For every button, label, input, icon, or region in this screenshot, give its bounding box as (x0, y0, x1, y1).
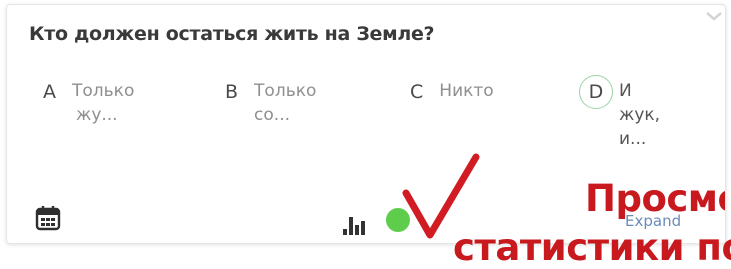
poll-question: Кто должен остаться жить на Земле? (29, 23, 435, 45)
option-text: Только жу... (72, 79, 134, 127)
option-text-line: Только (254, 81, 317, 101)
option-text-line: жук, (619, 105, 661, 125)
poll-option-c[interactable]: C Никто (410, 79, 494, 105)
option-letter: C (410, 81, 424, 103)
option-text: И жук, и... (619, 79, 660, 151)
calendar-icon[interactable] (35, 205, 61, 235)
overlay-caption-line2: статистики по (453, 226, 731, 269)
option-text-line: Никто (439, 81, 494, 101)
option-text-line: со... (254, 105, 291, 125)
poll-card: Кто должен остаться жить на Земле? A Тол… (6, 4, 726, 244)
bar-chart-icon[interactable] (343, 209, 377, 235)
option-letter-selected: D (579, 75, 613, 109)
option-text-line: Только (72, 81, 135, 101)
poll-option-a[interactable]: A Только жу... (43, 79, 134, 127)
option-text-line: и... (619, 129, 647, 149)
option-text-line: жу... (76, 105, 118, 125)
option-letter: A (43, 81, 56, 103)
option-text-line: И (619, 81, 632, 101)
poll-option-d[interactable]: D И жук, и... (579, 75, 660, 151)
poll-option-b[interactable]: B Только со... (225, 79, 316, 127)
option-text: Только со... (254, 79, 316, 127)
chevron-down-icon[interactable] (699, 5, 725, 27)
option-letter: B (225, 81, 239, 103)
option-text: Никто (439, 79, 493, 103)
